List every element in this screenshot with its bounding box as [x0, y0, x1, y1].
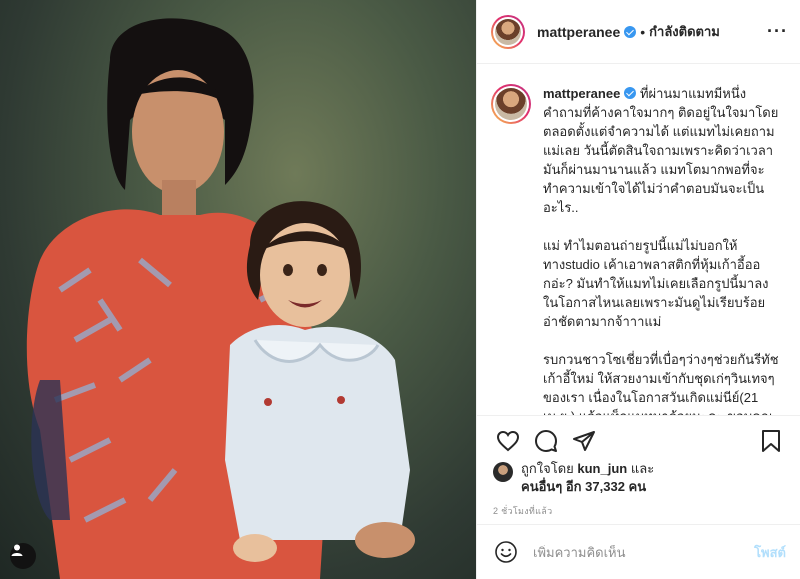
caption-paragraph: แม่ ทำไมตอนถ่ายรูปนี้แม่ไม่บอกให้ทางstud…	[543, 238, 769, 329]
caption-author-avatar[interactable]	[491, 84, 531, 124]
smiley-icon	[495, 541, 517, 563]
photo-illustration	[26, 18, 415, 579]
more-options-icon[interactable]: ···	[767, 21, 788, 42]
likes-summary: ถูกใจโดย kun_jun และ คนอื่นๆ อีก 37,332 …	[493, 460, 788, 496]
comment-bar: โพสต์	[477, 524, 800, 579]
verified-badge-icon	[624, 87, 637, 99]
heart-icon	[496, 430, 520, 452]
post-comment-button[interactable]: โพสต์	[754, 542, 786, 563]
separator-dot: •	[640, 23, 646, 40]
caption-text: ที่ผ่านมาแมทมีหนึ่งคำถามที่ค้างคาใจมากๆ …	[543, 86, 779, 215]
post-side-panel: mattperanee • กำลังติดตาม ··· mattperane…	[476, 0, 800, 579]
post-timestamp[interactable]: 2 ชั่วโมงที่แล้ว	[493, 504, 552, 518]
verified-badge-icon	[624, 25, 637, 38]
caption-paragraph: mattperanee ที่ผ่านมาแมทมีหนึ่งคำถามที่ค…	[543, 84, 779, 217]
likes-and: และ	[630, 461, 655, 476]
like-button[interactable]	[489, 422, 527, 460]
author-avatar[interactable]	[491, 14, 525, 49]
user-tag-icon	[11, 544, 23, 556]
liker-avatar[interactable]	[493, 462, 513, 482]
comment-input[interactable]	[533, 544, 755, 560]
caption: mattperanee ที่ผ่านมาแมทมีหนึ่งคำถามที่ค…	[543, 84, 779, 415]
post-actions	[477, 417, 800, 465]
user-tag-button[interactable]	[10, 543, 36, 569]
caption-username[interactable]: mattperanee	[543, 86, 620, 101]
save-button[interactable]	[752, 422, 790, 460]
share-icon	[573, 431, 595, 451]
likes-others-link[interactable]: คนอื่นๆ อีก 37,332 คน	[521, 479, 646, 494]
bookmark-icon	[762, 430, 780, 452]
following-button[interactable]: กำลังติดตาม	[649, 21, 720, 42]
post-header: mattperanee • กำลังติดตาม ···	[477, 0, 800, 64]
caption-text: รบกวนชาวโซเชี่ยวที่เบื่อๆว่างๆช่วยกันรีท…	[543, 352, 779, 415]
likes-prefix: ถูกใจโดย	[521, 461, 574, 476]
emoji-button[interactable]	[493, 539, 519, 565]
liker-username[interactable]: kun_jun	[577, 461, 627, 476]
comment-button[interactable]	[527, 422, 565, 460]
share-button[interactable]	[565, 422, 603, 460]
author-username[interactable]: mattperanee	[537, 24, 620, 40]
comment-icon	[535, 430, 557, 452]
caption-scroll-area[interactable]: mattperanee ที่ผ่านมาแมทมีหนึ่งคำถามที่ค…	[477, 64, 800, 416]
caption-paragraph: รบกวนชาวโซเชี่ยวที่เบื่อๆว่างๆช่วยกันรีท…	[543, 350, 779, 415]
post-photo[interactable]	[0, 0, 476, 579]
